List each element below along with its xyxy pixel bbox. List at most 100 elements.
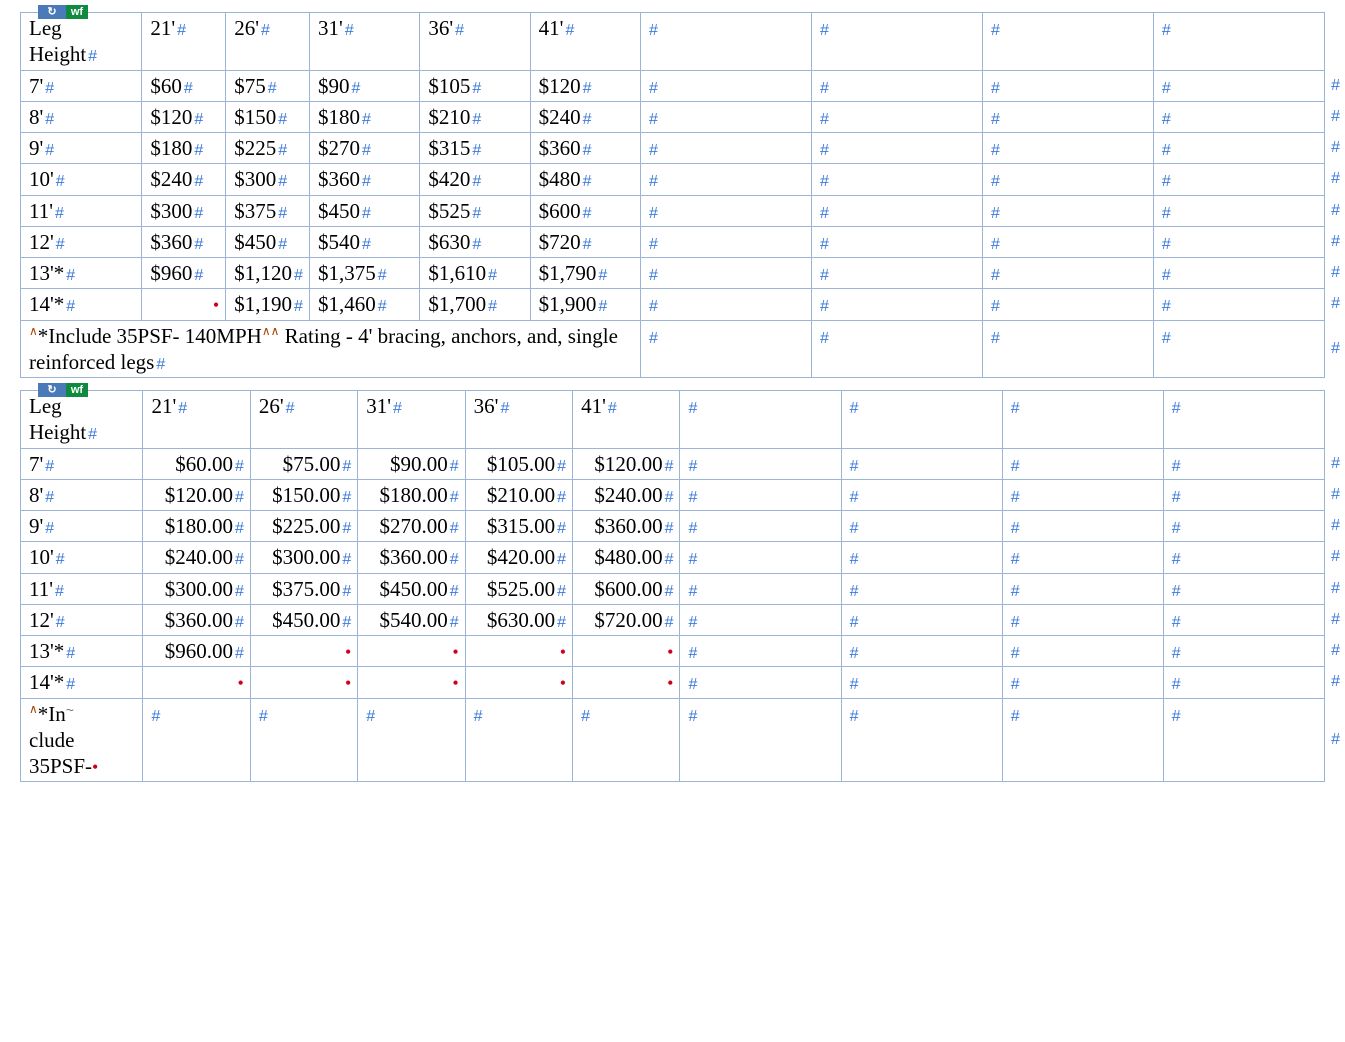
table-cell: # — [811, 101, 982, 132]
table-cell: ## — [1163, 636, 1324, 667]
table-header-cell: # — [640, 13, 811, 71]
table-cell: 14'*# — [21, 289, 142, 320]
table-row: 14'*#•$1,190#$1,460#$1,700#$1,900###### — [21, 289, 1325, 320]
table-cell: $90.00# — [358, 448, 465, 479]
table-cell: ## — [1153, 226, 1324, 257]
table-footnote-row: ∧*In~clude35PSF-•########## — [21, 698, 1325, 782]
table-cell: 9'# — [21, 511, 143, 542]
table-cell: $300# — [142, 195, 226, 226]
table-cell: $300# — [226, 164, 310, 195]
table-header-cell: LegHeight# — [21, 13, 142, 71]
table-cell: $375.00# — [250, 573, 357, 604]
table-cell: $120.00# — [143, 479, 250, 510]
table-2-wrap: ↻ wf LegHeight#21'#26'#31'#36'#41'#####7… — [20, 390, 1325, 782]
table-cell: $375# — [226, 195, 310, 226]
table-cell: • — [358, 667, 465, 698]
table-cell: # — [680, 698, 841, 782]
table-cell: $270.00# — [358, 511, 465, 542]
table-cell: # — [358, 698, 465, 782]
table-cell: # — [1002, 479, 1163, 510]
table-cell: $180# — [142, 133, 226, 164]
table-cell: # — [640, 226, 811, 257]
table-cell: $75.00# — [250, 448, 357, 479]
table-header-cell: 21'# — [142, 13, 226, 71]
table-cell: $240.00# — [573, 479, 680, 510]
table-cell: • — [465, 667, 572, 698]
table-cell: ## — [1153, 320, 1324, 378]
table-cell: $720.00# — [573, 604, 680, 635]
table-cell: 7'# — [21, 70, 142, 101]
table-cell: 12'# — [21, 604, 143, 635]
table-header-cell: 31'# — [358, 391, 465, 449]
table-cell: # — [1002, 542, 1163, 573]
table-header-cell: # — [982, 13, 1153, 71]
table-cell: $450# — [310, 195, 420, 226]
table-cell: $450.00# — [358, 573, 465, 604]
table-cell: $240# — [530, 101, 640, 132]
table-cell: $90# — [310, 70, 420, 101]
table-cell: $105.00# — [465, 448, 572, 479]
table-cell: $450# — [226, 226, 310, 257]
table-cell: $360# — [310, 164, 420, 195]
table-cell: ## — [1163, 698, 1324, 782]
table-cell: $180# — [310, 101, 420, 132]
table-cell: # — [680, 542, 841, 573]
table-cell: $75# — [226, 70, 310, 101]
table-cell: $540.00# — [358, 604, 465, 635]
table-cell: • — [573, 636, 680, 667]
table-cell: # — [841, 667, 1002, 698]
table-row: 14'*#•••••##### — [21, 667, 1325, 698]
table-cell: # — [841, 511, 1002, 542]
table-cell: # — [680, 511, 841, 542]
table-cell: $720# — [530, 226, 640, 257]
table-cell: # — [982, 133, 1153, 164]
table-cell: # — [811, 133, 982, 164]
table-cell: $480.00# — [573, 542, 680, 573]
table-cell: ## — [1153, 195, 1324, 226]
table-cell: $180.00# — [358, 479, 465, 510]
table-footnote: ∧*Include 35PSF- 140MPH∧∧ Rating - 4' br… — [21, 320, 641, 378]
table-row: 7'#$60#$75#$90#$105#$120###### — [21, 70, 1325, 101]
table-cell: # — [982, 101, 1153, 132]
table-cell: $240.00# — [143, 542, 250, 573]
table-cell: 11'# — [21, 573, 143, 604]
table-footnote: ∧*In~clude35PSF-• — [21, 698, 143, 782]
pricing-table-2: LegHeight#21'#26'#31'#36'#41'#####7'#$60… — [20, 390, 1325, 782]
table-cell: 13'*# — [21, 258, 142, 289]
table-row: 13'*#$960#$1,120#$1,375#$1,610#$1,790###… — [21, 258, 1325, 289]
table-cell: $315.00# — [465, 511, 572, 542]
table-cell: 11'# — [21, 195, 142, 226]
table-cell: # — [640, 258, 811, 289]
table-row: 11'#$300.00#$375.00#$450.00#$525.00#$600… — [21, 573, 1325, 604]
table-cell: $1,790# — [530, 258, 640, 289]
table-row: 8'#$120.00#$150.00#$180.00#$210.00#$240.… — [21, 479, 1325, 510]
table-cell: $1,900# — [530, 289, 640, 320]
table-row: 12'#$360#$450#$540#$630#$720###### — [21, 226, 1325, 257]
table-cell: ## — [1163, 604, 1324, 635]
table-header-cell: # — [841, 391, 1002, 449]
table-cell: $60# — [142, 70, 226, 101]
table-cell: # — [1002, 448, 1163, 479]
table-cell: $120# — [530, 70, 640, 101]
table-cell: $1,120# — [226, 258, 310, 289]
table-cell: ## — [1153, 164, 1324, 195]
table-cell: # — [811, 258, 982, 289]
table-cell: # — [1002, 667, 1163, 698]
table-cell: # — [841, 698, 1002, 782]
table-cell: ## — [1163, 542, 1324, 573]
table-cell: $450.00# — [250, 604, 357, 635]
table-cell: $420.00# — [465, 542, 572, 573]
table-cell: # — [640, 133, 811, 164]
table-cell: $300.00# — [250, 542, 357, 573]
table-header-cell: 31'# — [310, 13, 420, 71]
table-cell: ## — [1163, 511, 1324, 542]
table-cell: # — [680, 479, 841, 510]
table-cell: 10'# — [21, 542, 143, 573]
table-cell: # — [982, 258, 1153, 289]
table-header-cell: # — [1002, 391, 1163, 449]
table-cell: $630# — [420, 226, 530, 257]
table-cell: # — [640, 289, 811, 320]
table-header-cell: 26'# — [226, 13, 310, 71]
table-row: 10'#$240#$300#$360#$420#$480###### — [21, 164, 1325, 195]
table-cell: 14'*# — [21, 667, 143, 698]
